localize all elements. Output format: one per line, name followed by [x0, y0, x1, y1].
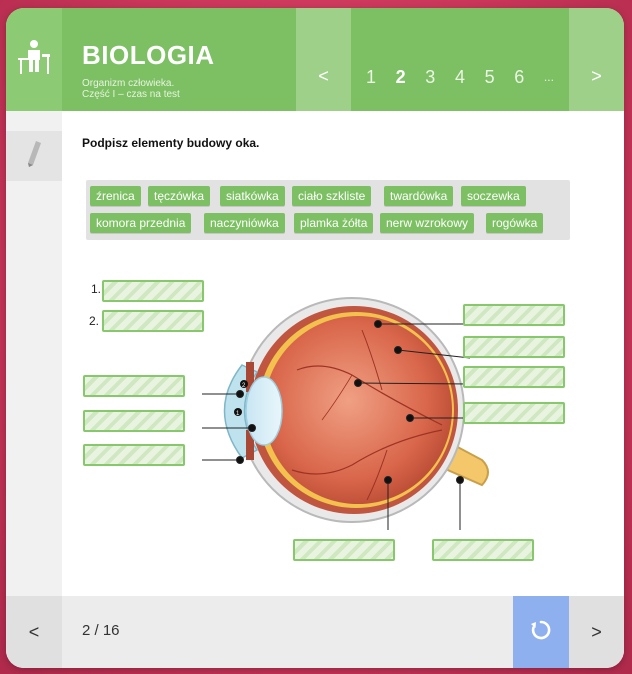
pencil-tool-button[interactable]: [6, 131, 62, 181]
answer-slot-right-4[interactable]: [463, 402, 565, 424]
word-chip[interactable]: twardówka: [384, 186, 454, 206]
answer-slot-bottom-2[interactable]: [432, 539, 534, 561]
page-link-1[interactable]: 1: [359, 67, 383, 88]
word-chip[interactable]: soczewka: [461, 186, 526, 206]
eye-diagram: 2 1: [202, 297, 489, 530]
word-chip[interactable]: źrenica: [90, 186, 141, 206]
answer-slot-right-1[interactable]: [463, 304, 565, 326]
word-chip[interactable]: naczyniówka: [204, 213, 285, 233]
answer-slot-bottom-1[interactable]: [293, 539, 395, 561]
pencil-icon: [28, 141, 41, 167]
page-link-6[interactable]: 6: [507, 67, 531, 88]
word-chip[interactable]: nerw wzrokowy: [380, 213, 475, 233]
slot-number-1: 1.: [91, 282, 102, 296]
page-link-3[interactable]: 3: [418, 67, 442, 88]
prev-page-button[interactable]: <: [296, 8, 351, 111]
prev-page-arrow: <: [318, 66, 329, 86]
question-text: Podpisz elementy budowy oka.: [82, 136, 260, 150]
page-pagination: 1 2 3 4 5 6 ...: [351, 62, 569, 92]
answer-slot-1[interactable]: [102, 280, 204, 302]
word-chip[interactable]: siatkówka: [220, 186, 285, 206]
app-title: BIOLOGIA: [82, 40, 215, 70]
answer-slot-right-2[interactable]: [463, 336, 565, 358]
word-bank: źrenica tęczówka siatkówka ciało szklist…: [86, 180, 570, 240]
subtitle-line-2: Część I – czas na test: [82, 89, 180, 100]
page-link-2-active[interactable]: 2: [389, 67, 413, 88]
header-icon-box: [6, 8, 62, 111]
reset-icon: [531, 620, 551, 640]
page-link-more[interactable]: ...: [537, 70, 561, 84]
prev-question-button[interactable]: <: [6, 596, 62, 668]
answer-slot-left-1[interactable]: [83, 375, 185, 397]
footer: < 2 / 16 >: [6, 596, 624, 668]
quiz-window: BIOLOGIA Organizm człowieka. Część I – c…: [6, 8, 624, 668]
subtitle-line-1: Organizm człowieka.: [82, 78, 175, 89]
word-chip[interactable]: tęczówka: [148, 186, 211, 206]
next-question-button[interactable]: >: [569, 596, 624, 668]
reset-button[interactable]: [513, 596, 569, 668]
answer-slot-right-3[interactable]: [463, 366, 565, 388]
next-page-button[interactable]: >: [569, 8, 624, 111]
word-chip[interactable]: plamka żółta: [294, 213, 374, 233]
answer-slot-left-3[interactable]: [83, 444, 185, 466]
next-page-arrow: >: [591, 66, 602, 86]
answer-slot-left-2[interactable]: [83, 410, 185, 432]
word-chip[interactable]: ciało szkliste: [292, 186, 372, 206]
word-chip[interactable]: rogówka: [486, 213, 544, 233]
slot-number-2: 2.: [89, 314, 100, 328]
page-link-4[interactable]: 4: [448, 67, 472, 88]
answer-slot-2[interactable]: [102, 310, 204, 332]
app-subtitle: Organizm człowieka. Część I – czas na te…: [82, 78, 282, 100]
page-link-5[interactable]: 5: [478, 67, 502, 88]
header: BIOLOGIA Organizm człowieka. Część I – c…: [6, 8, 624, 111]
word-chip[interactable]: komora przednia: [90, 213, 192, 233]
tool-strip: [6, 111, 62, 596]
question-counter: 2 / 16: [82, 622, 120, 639]
student-at-desk-icon: [18, 40, 50, 74]
